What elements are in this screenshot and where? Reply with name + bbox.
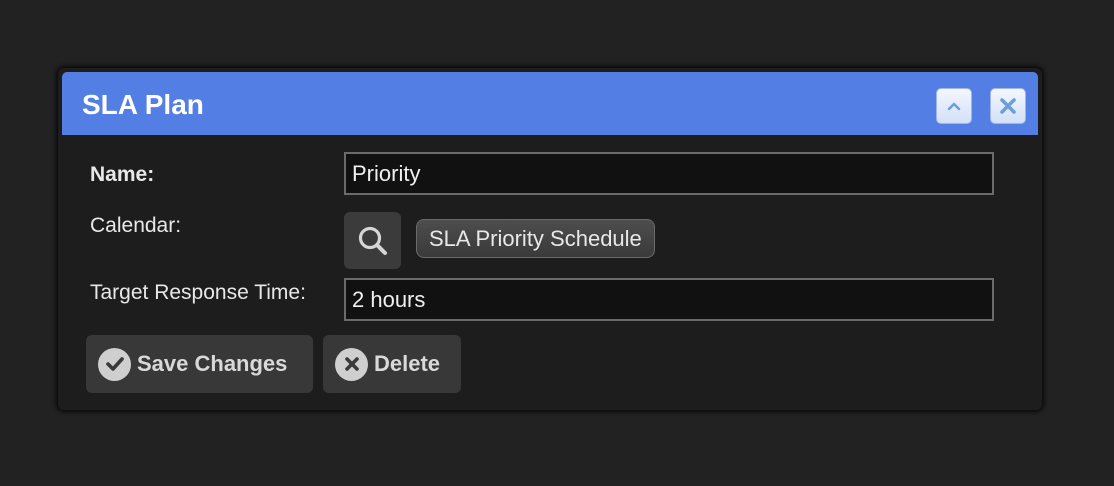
close-button[interactable] [990,88,1026,124]
delete-x-icon [335,347,368,381]
calendar-label: Calendar: [90,214,182,237]
checkmark-icon [98,347,131,381]
save-changes-label: Save Changes [137,351,288,376]
calendar-chip[interactable]: SLA Priority Schedule [416,219,655,258]
collapse-button[interactable] [936,88,972,124]
target-response-time-field[interactable] [344,278,994,321]
chevron-up-icon [947,102,961,111]
search-icon [358,226,387,255]
delete-label: Delete [374,351,441,376]
close-icon [1000,98,1016,114]
sla-plan-dialog: SLA Plan Name: Calendar: SLA Priority Sc… [58,68,1042,410]
name-field[interactable] [344,152,994,195]
name-label: Name: [90,163,155,186]
target-response-time-label: Target Response Time: [90,281,306,304]
dialog-titlebar[interactable]: SLA Plan [62,72,1038,135]
save-changes-button[interactable]: Save Changes [86,335,313,393]
calendar-search-button[interactable] [344,212,401,269]
delete-button[interactable]: Delete [323,335,461,393]
dialog-title: SLA Plan [82,89,204,120]
